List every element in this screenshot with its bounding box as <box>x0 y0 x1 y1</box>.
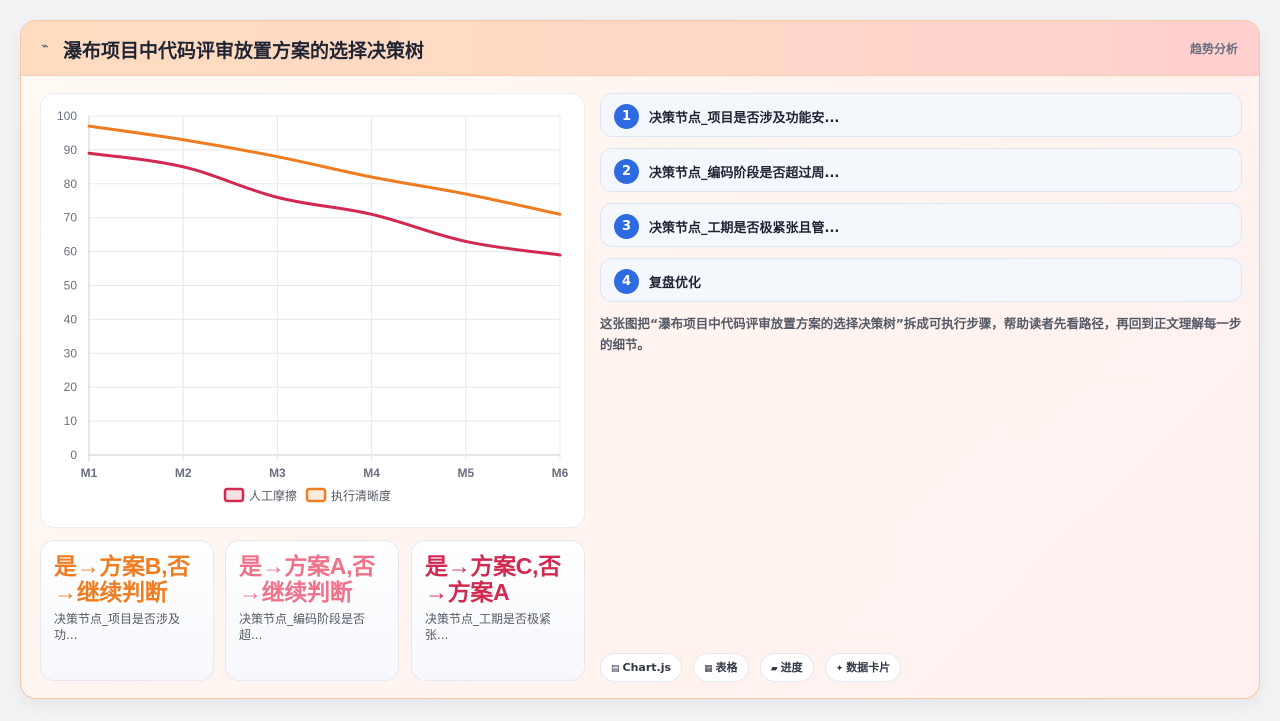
legend-label: 人工摩擦 <box>249 488 297 503</box>
step-item-1[interactable]: 1 决策节点_项目是否涉及功能安... <box>600 93 1242 137</box>
kpi-value: 是→方案A,否→继续判断 <box>239 553 375 605</box>
y-tick-label: 10 <box>64 414 78 428</box>
chip-table[interactable]: ▦ 表格 <box>693 653 749 682</box>
y-tick-label: 70 <box>64 211 78 225</box>
x-tick-label: M6 <box>552 466 569 480</box>
legend-swatch <box>305 487 327 503</box>
step-number: 4 <box>614 269 639 294</box>
kpi-value: 是→方案B,否→继续判断 <box>54 553 190 605</box>
chip-label: Chart.js <box>622 661 672 674</box>
chip-label: 数据卡片 <box>846 661 891 674</box>
step-list: 1 决策节点_项目是否涉及功能安... 2 决策节点_编码阶段是否超过周... … <box>600 93 1242 313</box>
y-tick-label: 40 <box>64 312 78 326</box>
kpi-label: 决策节点_工期是否极紧张... <box>425 612 552 642</box>
y-tick-label: 80 <box>64 177 78 191</box>
y-tick-label: 60 <box>64 245 78 259</box>
step-item-3[interactable]: 3 决策节点_工期是否极紧张且管... <box>600 203 1242 247</box>
kpi-card-2: 是→方案A,否→继续判断 决策节点_编码阶段是否超... <box>225 540 399 681</box>
series-line-1 <box>87 151 562 257</box>
step-number: 3 <box>614 214 639 239</box>
step-label: 复盘优化 <box>649 276 702 291</box>
chart-line-icon: ⌁ <box>41 39 49 54</box>
description-text: 这张图把“瀑布项目中代码评审放置方案的选择决策树”拆成可执行步骤，帮助读者先看路… <box>600 316 1242 352</box>
y-tick-label: 100 <box>57 109 77 123</box>
tech-chips: ▤ Chart.js ▦ 表格 ▰ 进度 ✦ 数据卡片 <box>600 653 907 682</box>
kpi-label: 决策节点_编码阶段是否超... <box>239 612 366 642</box>
header-bar: ⌁ 瀑布项目中代码评审放置方案的选择决策树 趋势分析 <box>21 21 1259 76</box>
step-number: 1 <box>614 104 639 129</box>
table-icon: ▤ <box>611 664 620 674</box>
y-tick-label: 20 <box>64 380 78 394</box>
step-item-4[interactable]: 4 复盘优化 <box>600 258 1242 302</box>
x-tick-label: M5 <box>457 466 474 480</box>
kpi-card-1: 是→方案B,否→继续判断 决策节点_项目是否涉及功... <box>40 540 214 681</box>
step-label: 决策节点_编码阶段是否超过周... <box>649 166 840 181</box>
x-tick-label: M4 <box>363 466 380 480</box>
x-tick-label: M2 <box>175 466 192 480</box>
x-tick-label: M3 <box>269 466 286 480</box>
chip-label: 表格 <box>715 661 738 674</box>
chip-chartjs[interactable]: ▤ Chart.js <box>600 653 683 682</box>
y-tick-label: 50 <box>64 279 78 293</box>
y-tick-label: 0 <box>70 448 77 462</box>
progress-icon: ▰ <box>770 664 778 674</box>
kpi-value: 是→方案C,否→方案A <box>425 553 561 605</box>
chip-progress[interactable]: ▰ 进度 <box>759 653 814 682</box>
y-tick-label: 30 <box>64 346 78 360</box>
legend-label: 执行清晰度 <box>331 488 391 503</box>
kpi-card-3: 是→方案C,否→方案A 决策节点_工期是否极紧张... <box>411 540 585 681</box>
step-label: 决策节点_项目是否涉及功能安... <box>649 111 840 126</box>
step-item-2[interactable]: 2 决策节点_编码阶段是否超过周... <box>600 148 1242 192</box>
x-tick-label: M1 <box>81 466 98 480</box>
legend-swatch <box>223 487 245 503</box>
main-card: ⌁ 瀑布项目中代码评审放置方案的选择决策树 趋势分析 0 10 20 30 40 50 60… <box>20 20 1260 699</box>
trend-analysis-tag[interactable]: 趋势分析 <box>1190 40 1238 57</box>
line-chart: 0 10 20 30 40 50 60 70 80 90 100 M1 M2 M3 M4 M5 M6 人工摩擦 执行… <box>40 93 585 528</box>
step-number: 2 <box>614 159 639 184</box>
grid-icon: ▦ <box>704 664 713 674</box>
series-line-2 <box>87 124 562 216</box>
kpi-label: 决策节点_项目是否涉及功... <box>54 612 181 642</box>
chip-data-card[interactable]: ✦ 数据卡片 <box>824 653 902 682</box>
step-label: 决策节点_工期是否极紧张且管... <box>649 221 840 236</box>
page-title: 瀑布项目中代码评审放置方案的选择决策树 <box>63 40 425 62</box>
sparkle-icon: ✦ <box>835 664 844 674</box>
chart-svg: 0 10 20 30 40 50 60 70 80 90 100 M1 M2 M3 M4 M5 M6 人工摩擦 执行… <box>57 109 569 503</box>
y-tick-label: 90 <box>64 143 78 157</box>
chip-label: 进度 <box>780 661 803 674</box>
